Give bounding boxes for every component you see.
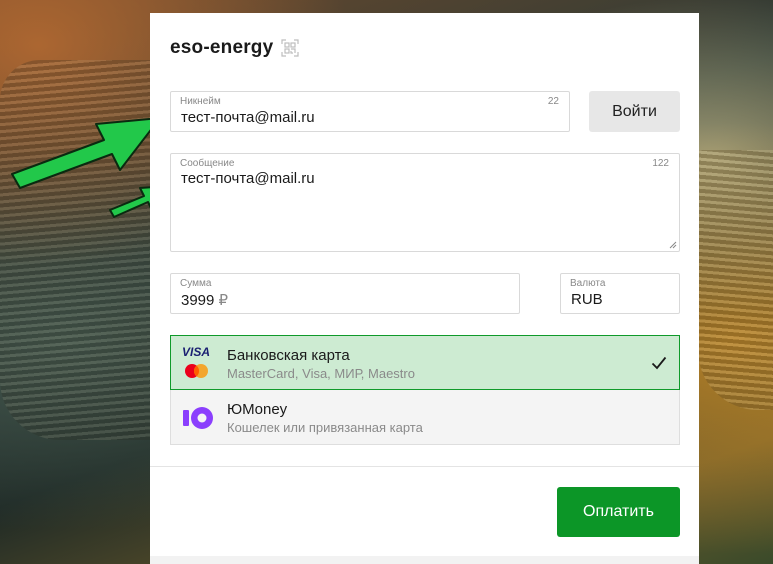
payment-form-card: eso-energy Никнейм 22 тест-почта@mail.ru…: [150, 13, 699, 564]
payment-option-description: MasterCard, Visa, МИР, Maestro: [227, 366, 415, 381]
amount-label: Сумма: [180, 278, 212, 289]
qr-code-icon[interactable]: [281, 39, 299, 57]
payment-option-description: Кошелек или привязанная карта: [227, 420, 423, 435]
payment-methods-list: VISA Банковская карта MasterCard, Visa, …: [170, 335, 680, 445]
message-counter: 122: [652, 158, 669, 169]
nickname-label: Никнейм: [180, 96, 221, 107]
card-footer-strip: [150, 556, 699, 564]
svg-text:VISA: VISA: [182, 345, 210, 359]
amount-value[interactable]: 3999: [181, 292, 214, 309]
background-art-right: [698, 150, 773, 410]
payment-option-name: ЮMoney: [227, 401, 288, 418]
yoomoney-logo-icon: [183, 407, 213, 429]
login-button[interactable]: Войти: [589, 91, 680, 132]
payment-option-bank-card[interactable]: VISA Банковская карта MasterCard, Visa, …: [170, 335, 680, 390]
currency-field[interactable]: Валюта RUB: [560, 273, 680, 314]
header: eso-energy: [170, 37, 299, 59]
currency-label: Валюта: [570, 278, 606, 289]
nickname-value[interactable]: тест-почта@mail.ru: [181, 109, 315, 126]
currency-symbol: ₽: [218, 292, 229, 309]
amount-field[interactable]: Сумма 3999 ₽: [170, 273, 520, 314]
resize-handle-icon[interactable]: [669, 241, 677, 249]
message-field[interactable]: Сообщение 122 тест-почта@mail.ru: [170, 153, 680, 252]
nickname-counter: 22: [547, 96, 559, 107]
annotation-arrow-large: [11, 117, 161, 189]
payment-option-name: Банковская карта: [227, 347, 350, 364]
divider: [150, 466, 699, 467]
amount-value-wrap[interactable]: 3999 ₽: [181, 291, 228, 309]
page-title: eso-energy: [170, 37, 274, 58]
nickname-field[interactable]: Никнейм 22 тест-почта@mail.ru: [170, 91, 570, 132]
message-value[interactable]: тест-почта@mail.ru: [181, 170, 315, 187]
payment-option-yoomoney[interactable]: ЮMoney Кошелек или привязанная карта: [170, 390, 680, 445]
pay-button[interactable]: Оплатить: [557, 487, 680, 537]
currency-value[interactable]: RUB: [571, 291, 603, 308]
checkmark-icon: [651, 356, 667, 370]
message-label: Сообщение: [180, 158, 235, 169]
visa-mastercard-logo-icon: VISA: [182, 345, 210, 378]
